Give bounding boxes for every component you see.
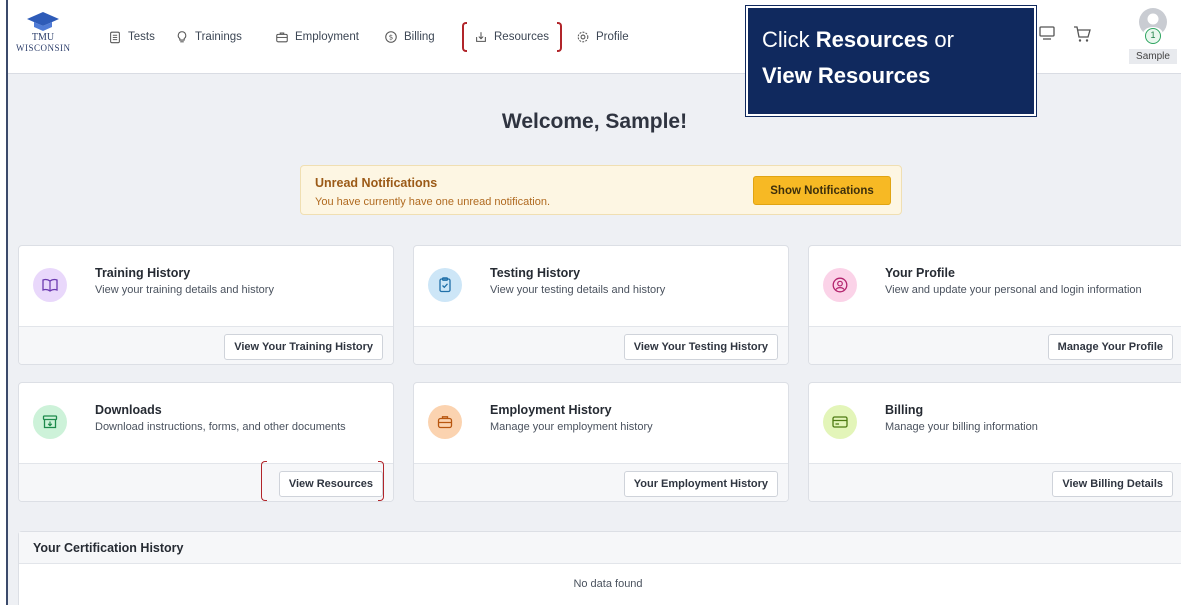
monitor-icon[interactable] — [1038, 24, 1056, 42]
callout-text-2: or — [928, 27, 954, 52]
highlight-bracket-right — [378, 461, 384, 501]
logo[interactable]: TMU WISCONSIN — [16, 10, 70, 53]
nav-tests[interactable]: Tests — [108, 29, 155, 45]
svg-text:$: $ — [389, 34, 393, 42]
briefcase-icon — [276, 32, 288, 43]
card-your-profile: Your Profile View and update your person… — [808, 245, 1181, 365]
card-testing-history: Testing History View your testing detail… — [413, 245, 789, 365]
nav-billing[interactable]: $ Billing — [384, 29, 435, 45]
user-circle-icon — [823, 268, 857, 302]
archive-download-icon — [33, 405, 67, 439]
card-title: Billing — [885, 403, 924, 417]
dollar-icon: $ — [385, 31, 397, 43]
nav-label: Employment — [295, 31, 359, 43]
logo-line1: TMU — [31, 32, 55, 43]
show-notifications-button[interactable]: Show Notifications — [753, 176, 891, 205]
user-name: Sample — [1129, 49, 1177, 64]
nav-trainings[interactable]: Trainings — [175, 29, 242, 45]
user-menu[interactable]: 1 Sample — [1129, 6, 1177, 66]
view-billing-details-button[interactable]: View Billing Details — [1052, 471, 1173, 497]
nav-resources[interactable]: Resources — [474, 29, 549, 45]
instruction-callout: Click Resources or View Resources — [745, 5, 1037, 117]
callout-bold-1: Resources — [815, 27, 929, 52]
card-downloads: Downloads Download instructions, forms, … — [18, 382, 394, 502]
nav-profile[interactable]: Profile — [576, 29, 629, 45]
card-title: Employment History — [490, 403, 612, 417]
gear-icon — [577, 31, 589, 43]
highlight-bracket-left — [462, 22, 467, 52]
callout-text-1: Click — [762, 27, 816, 52]
nav-label: Resources — [494, 31, 549, 43]
certification-title: Your Certification History — [19, 532, 1181, 564]
card-title: Testing History — [490, 266, 581, 280]
card-description: View and update your personal and login … — [885, 284, 1142, 296]
empty-state-text: No data found — [573, 578, 643, 590]
download-icon — [476, 32, 486, 42]
nav-employment[interactable]: Employment — [275, 29, 359, 45]
notification-title: Unread Notifications — [315, 176, 438, 190]
notification-message: You have currently have one unread notif… — [315, 196, 551, 208]
view-resources-button[interactable]: View Resources — [278, 471, 383, 497]
card-title: Downloads — [95, 403, 162, 417]
lightbulb-icon — [177, 31, 187, 43]
card-title: Your Profile — [885, 266, 955, 280]
nav-label: Profile — [596, 31, 629, 43]
nav-label: Trainings — [195, 31, 242, 43]
card-description: Download instructions, forms, and other … — [95, 421, 346, 433]
book-icon — [33, 268, 67, 302]
nav-label: Billing — [404, 31, 435, 43]
employment-history-button[interactable]: Your Employment History — [623, 471, 778, 497]
manage-profile-button[interactable]: Manage Your Profile — [1047, 334, 1173, 360]
view-testing-history-button[interactable]: View Your Testing History — [623, 334, 778, 360]
card-billing: Billing Manage your billing information … — [808, 382, 1181, 502]
card-employment-history: Employment History Manage your employmen… — [413, 382, 789, 502]
credit-card-icon — [823, 405, 857, 439]
nav-label: Tests — [128, 31, 155, 43]
notification-banner: Unread Notifications You have currently … — [300, 165, 902, 215]
clipboard-icon — [110, 31, 120, 44]
app-frame: TMU WISCONSIN Tests Trainings Employment… — [6, 0, 1181, 605]
card-title: Training History — [95, 266, 191, 280]
callout-bold-2: View Resources — [762, 63, 931, 88]
view-training-history-button[interactable]: View Your Training History — [224, 334, 383, 360]
card-description: View your testing details and history — [490, 284, 666, 296]
card-description: Manage your employment history — [490, 421, 653, 433]
notification-badge: 1 — [1145, 28, 1161, 44]
card-training-history: Training History View your training deta… — [18, 245, 394, 365]
highlight-bracket-left — [261, 461, 267, 501]
graduation-cap-icon — [27, 12, 59, 31]
cart-icon[interactable] — [1072, 24, 1092, 44]
card-description: Manage your billing information — [885, 421, 1038, 433]
briefcase-icon — [428, 405, 462, 439]
card-description: View your training details and history — [95, 284, 274, 296]
clipboard-check-icon — [428, 268, 462, 302]
logo-line2: WISCONSIN — [16, 43, 71, 53]
highlight-bracket-right — [557, 22, 562, 52]
certification-history-panel: Your Certification History No data found — [18, 531, 1181, 605]
